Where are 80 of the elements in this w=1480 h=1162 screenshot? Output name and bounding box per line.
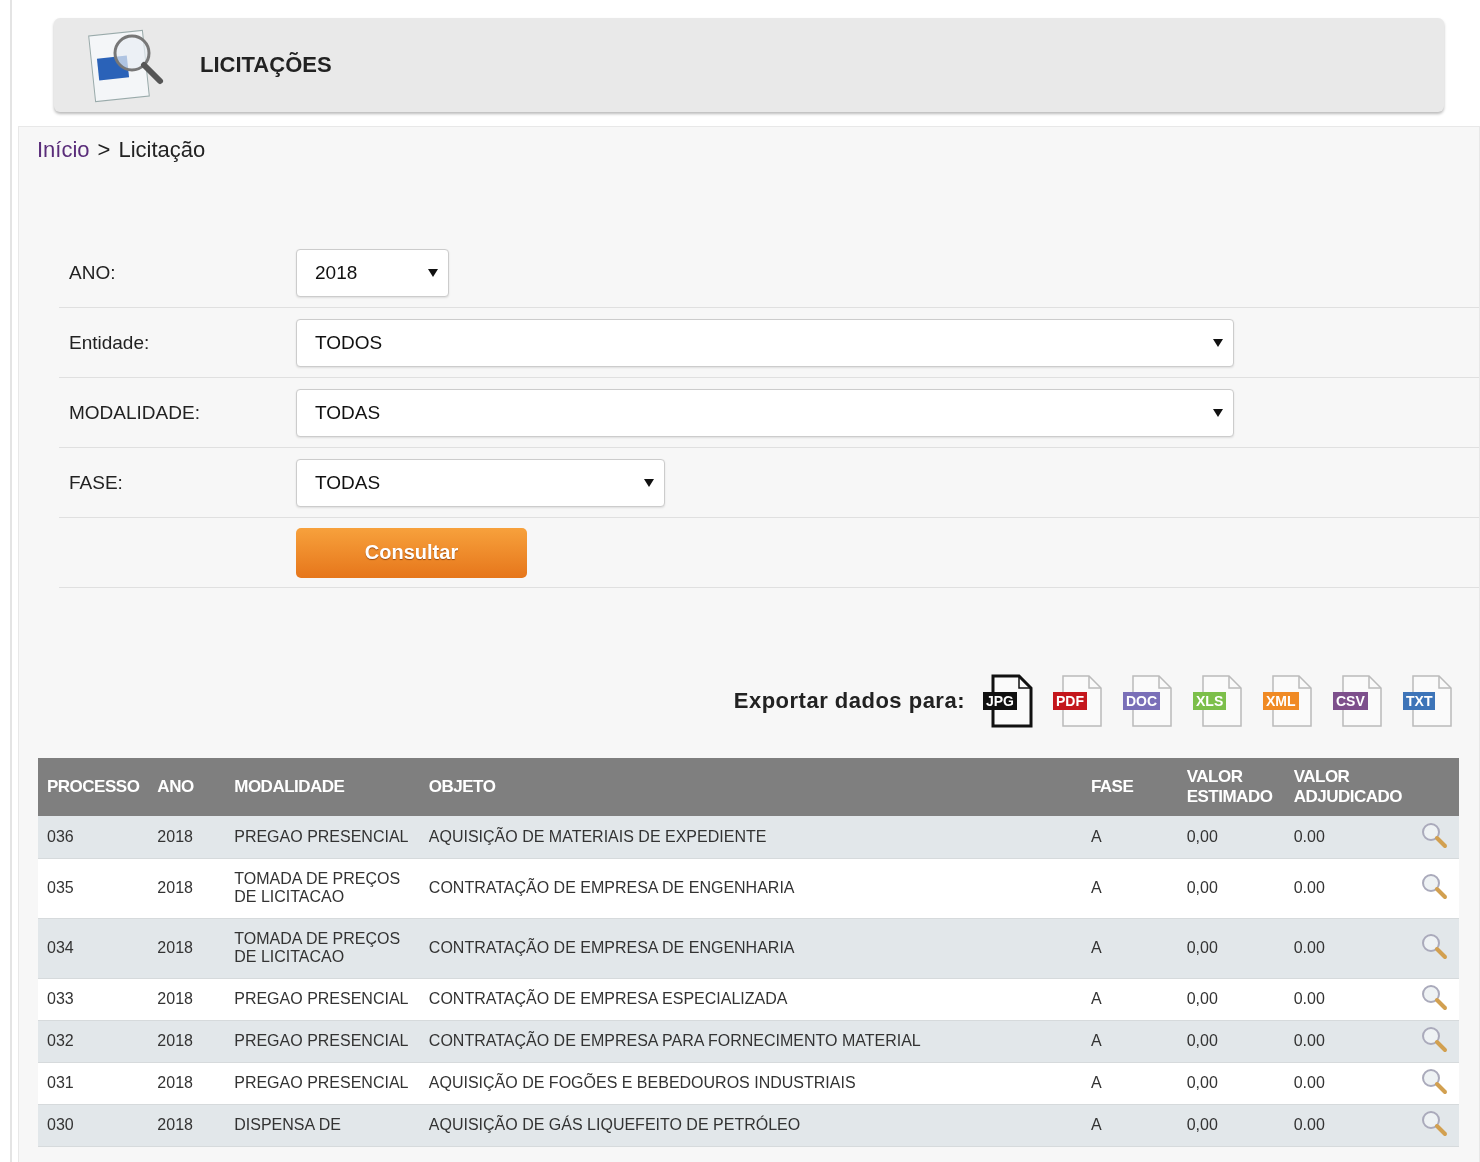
table-cell: 0,00 [1177,918,1285,978]
table-cell: 033 [38,978,149,1020]
table-cell: PREGAO PRESENCIAL [225,1062,420,1104]
table-cell: 0.00 [1284,978,1411,1020]
filter-label: ANO: [68,261,117,284]
magnifier-icon[interactable] [1419,982,1448,1011]
table-cell: A [1081,978,1178,1020]
table-cell: A [1081,816,1178,858]
table-cell: 036 [38,816,149,858]
filter-label: MODALIDADE: [68,401,201,424]
table-cell: 2018 [148,816,226,858]
caret-icon [644,478,654,487]
table-cell: AQUISIÇÃO DE MATERIAIS DE EXPEDIENTE [419,816,1082,858]
table-cell: PREGAO PRESENCIAL [225,816,420,858]
table-cell: PREGAO PRESENCIAL [225,1020,420,1062]
table-cell: TOMADA DE PREÇOS DE LICITACAO [225,918,420,978]
filter-label: FASE: [68,471,124,494]
magnifier-icon[interactable] [1419,1024,1448,1053]
table-cell: 0.00 [1284,918,1411,978]
table-cell: PREGAO PRESENCIAL [225,978,420,1020]
table-cell: AQUISIÇÃO DE FOGÕES E BEBEDOUROS INDUSTRIAIS [419,1062,1082,1104]
table-cell: 0,00 [1177,1020,1285,1062]
magnifier-icon[interactable] [1419,1108,1448,1137]
table-cell: 0.00 [1284,858,1411,918]
table-cell: TOMADA DE PREÇOS DE LICITACAO [225,858,420,918]
table-cell: A [1081,918,1178,978]
table-cell: DISPENSA DE [225,1104,420,1146]
breadcrumb-separator: > [97,137,111,163]
magnifier-icon[interactable] [1419,871,1448,900]
column-header: ANO [148,758,226,816]
table-cell: CONTRATAÇÃO DE EMPRESA ESPECIALIZADA [419,978,1082,1020]
column-header: OBJETO [419,758,1082,816]
table-cell: 032 [38,1020,149,1062]
column-header: VALOR ESTIMADO [1177,758,1285,816]
select-field[interactable]: TODOS [296,318,1234,367]
filter-label: Entidade: [68,331,151,354]
column-header: PROCESSO [38,758,149,816]
table-cell: A [1081,1062,1178,1104]
caret-icon [428,268,438,277]
table-cell: CONTRATAÇÃO DE EMPRESA DE ENGENHARIA [419,918,1082,978]
table-cell: 2018 [148,1062,226,1104]
select-field[interactable]: TODAS [296,458,665,507]
table-cell: 030 [38,1104,149,1146]
table-cell: CONTRATAÇÃO DE EMPRESA DE ENGENHARIA [419,858,1082,918]
magnifier-icon[interactable] [1419,820,1448,849]
table-cell: 0,00 [1177,1104,1285,1146]
caret-icon [1213,338,1223,347]
magnifier-icon[interactable] [1419,1066,1448,1095]
column-header: VALOR ADJUDICADO [1284,758,1411,816]
table-cell: 2018 [148,978,226,1020]
column-header: FASE [1081,758,1178,816]
table-cell: 0.00 [1284,1020,1411,1062]
table-cell: 0.00 [1284,1062,1411,1104]
breadcrumb-link[interactable]: Início [37,137,90,163]
page-title: LICITAÇÕES [200,52,332,78]
table-cell: 0.00 [1284,1104,1411,1146]
table-cell: 0,00 [1177,816,1285,858]
export-label: Exportar dados para: [733,688,965,714]
table-cell: 2018 [148,1020,226,1062]
breadcrumb-current: Licitação [118,137,206,163]
table-cell: 0,00 [1177,858,1285,918]
table-cell: AQUISIÇÃO DE GÁS LIQUEFEITO DE PETRÓLEO [419,1104,1082,1146]
table-cell: 2018 [148,858,226,918]
select-field[interactable]: 2018 [296,248,449,297]
table-cell: 0.00 [1284,816,1411,858]
table-cell: 2018 [148,1104,226,1146]
table-cell: 2018 [148,918,226,978]
table-cell: 035 [38,858,149,918]
table-cell: A [1081,1104,1178,1146]
caret-icon [1213,408,1223,417]
table-cell: 0,00 [1177,1062,1285,1104]
magnifier-icon[interactable] [1419,931,1448,960]
table-cell: CONTRATAÇÃO DE EMPRESA PARA FORNECIMENTO MATERIAL [419,1020,1082,1062]
table-cell: 0,00 [1177,978,1285,1020]
table-cell: 031 [38,1062,149,1104]
column-header: MODALIDADE [225,758,420,816]
table-cell: A [1081,1020,1178,1062]
select-field[interactable]: TODAS [296,388,1234,437]
table-cell: 034 [38,918,149,978]
table-cell: A [1081,858,1178,918]
